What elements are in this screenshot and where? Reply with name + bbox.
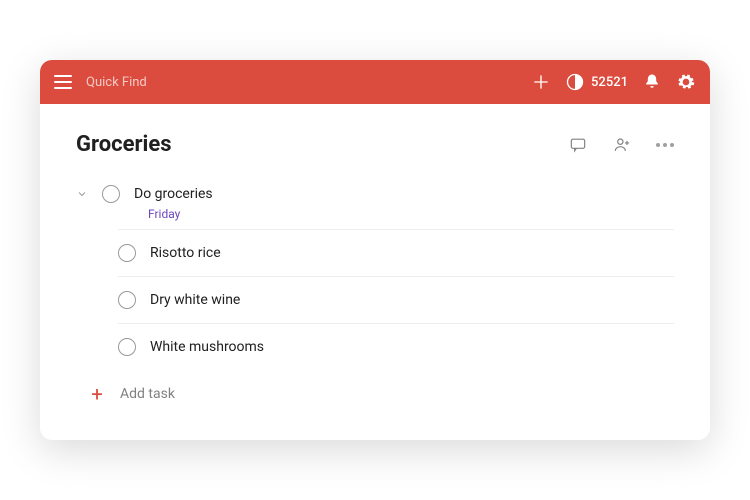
bell-icon [642, 72, 662, 92]
gear-icon [676, 72, 696, 92]
add-task-label: Add task [120, 386, 175, 402]
app-window: Quick Find 52521 Groceries [40, 60, 710, 440]
task-checkbox[interactable] [118, 291, 136, 309]
share-button[interactable] [612, 135, 632, 155]
task-row[interactable]: Dry white wine [118, 276, 674, 323]
add-task-button[interactable]: + Add task [76, 370, 674, 404]
topbar: Quick Find 52521 [40, 60, 710, 104]
more-button[interactable] [656, 143, 674, 147]
task-title[interactable]: White mushrooms [150, 339, 264, 355]
task-checkbox[interactable] [118, 338, 136, 356]
comment-icon [568, 135, 588, 155]
add-task-button[interactable] [531, 72, 551, 92]
task-due-date[interactable]: Friday [148, 207, 674, 221]
notifications-button[interactable] [642, 72, 662, 92]
page-title: Groceries [76, 132, 172, 157]
task-title[interactable]: Do groceries [134, 186, 213, 202]
karma-counter[interactable]: 52521 [565, 72, 628, 92]
karma-count: 52521 [591, 75, 628, 90]
page-header: Groceries [76, 132, 674, 157]
person-add-icon [612, 135, 632, 155]
settings-button[interactable] [676, 72, 696, 92]
karma-icon [565, 72, 585, 92]
main-content: Groceries Do groceries Friday [40, 104, 710, 440]
plus-icon: + [90, 384, 104, 404]
task-row[interactable]: White mushrooms [118, 323, 674, 370]
menu-icon[interactable] [54, 75, 72, 89]
chevron-down-icon [76, 188, 88, 200]
task-row[interactable]: Risotto rice [118, 229, 674, 276]
comments-button[interactable] [568, 135, 588, 155]
page-actions [568, 135, 674, 155]
more-icon [656, 143, 674, 147]
task-checkbox[interactable] [102, 185, 120, 203]
collapse-button[interactable] [76, 188, 88, 200]
search-input[interactable]: Quick Find [86, 75, 147, 90]
subtask-list: Risotto rice Dry white wine White mushro… [76, 229, 674, 370]
task-title[interactable]: Risotto rice [150, 245, 221, 261]
plus-icon [531, 72, 551, 92]
task-checkbox[interactable] [118, 244, 136, 262]
task-title[interactable]: Dry white wine [150, 292, 240, 308]
